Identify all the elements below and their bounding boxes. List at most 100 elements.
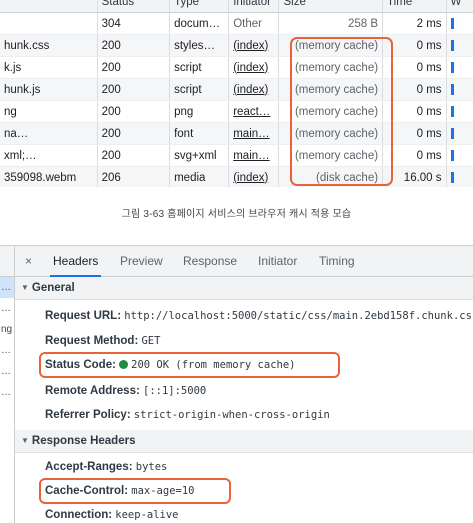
- tab-timing[interactable]: Timing: [319, 254, 355, 268]
- accept-ranges-value: bytes: [135, 461, 168, 473]
- cell-waterfall: [446, 12, 473, 35]
- initiator-link[interactable]: (index): [233, 40, 268, 52]
- table-row[interactable]: xml;… 200 svg+xml main… (memory cache) 0…: [0, 144, 473, 167]
- connection-value: keep-alive: [115, 509, 179, 521]
- list-item[interactable]: …: [0, 340, 14, 361]
- cell-initiator[interactable]: (index): [228, 166, 280, 187]
- cell-size: (memory cache): [278, 122, 384, 145]
- cell-type: script: [169, 56, 230, 79]
- table-row[interactable]: 304 docum… Other 258 B 2 ms: [0, 12, 473, 35]
- cell-type: media: [169, 166, 230, 187]
- accept-ranges-key: Accept-Ranges:: [45, 461, 133, 473]
- column-header-size[interactable]: Size: [278, 0, 384, 13]
- remote-address-value: [::1]:5000: [143, 385, 207, 397]
- cell-name: hunk.js: [0, 78, 98, 101]
- initiator-link[interactable]: react…: [233, 106, 270, 118]
- list-item[interactable]: …: [0, 298, 14, 319]
- devtools-detail-panel: … … ng … … … × Headers Preview Response …: [0, 245, 473, 523]
- waterfall-bar: [450, 61, 454, 73]
- cell-type: png: [169, 100, 230, 123]
- tab-headers[interactable]: Headers: [49, 254, 102, 277]
- cell-time: 0 ms: [382, 100, 447, 123]
- cell-initiator[interactable]: main…: [228, 144, 280, 167]
- cell-name: ng: [0, 100, 98, 123]
- remote-address-row: Remote Address: [::1]:5000: [45, 385, 206, 397]
- list-item[interactable]: …: [0, 361, 14, 382]
- list-item[interactable]: …: [0, 277, 14, 298]
- section-title: General: [31, 282, 75, 294]
- cell-initiator[interactable]: react…: [228, 100, 280, 123]
- remote-address-key: Remote Address:: [45, 385, 140, 397]
- cell-type: styles…: [169, 34, 230, 57]
- list-item[interactable]: [0, 403, 14, 424]
- general-section-header[interactable]: ▼ General: [15, 277, 473, 300]
- cell-status: 206: [97, 166, 171, 187]
- status-ok-icon: [119, 360, 129, 369]
- cell-time: 0 ms: [382, 78, 447, 101]
- expand-triangle-icon[interactable]: ▼: [21, 283, 29, 292]
- cell-size: 258 B: [278, 12, 384, 35]
- cell-time: 2 ms: [382, 12, 447, 35]
- request-list-header: [0, 246, 14, 277]
- cell-status: 200: [97, 122, 171, 145]
- tab-initiator[interactable]: Initiator: [258, 254, 297, 268]
- column-header-status[interactable]: Status: [97, 0, 171, 13]
- column-header-initiator[interactable]: Initiator: [228, 0, 280, 13]
- table-row[interactable]: hunk.js 200 script (index) (memory cache…: [0, 78, 473, 101]
- response-headers-section-header[interactable]: ▼ Response Headers: [15, 430, 473, 453]
- network-header-row: Status Type Initiator Size Time W: [0, 0, 473, 13]
- list-item[interactable]: [0, 424, 14, 445]
- table-row[interactable]: ng 200 png react… (memory cache) 0 ms: [0, 100, 473, 123]
- request-method-row: Request Method: GET: [45, 335, 160, 347]
- initiator-link[interactable]: (index): [233, 84, 268, 96]
- cache-control-key: Cache-Control:: [45, 485, 129, 497]
- cell-type: svg+xml: [169, 144, 230, 167]
- table-row[interactable]: na… 200 font main… (memory cache) 0 ms: [0, 122, 473, 145]
- initiator-link[interactable]: (index): [233, 172, 268, 184]
- status-code-key: Status Code:: [45, 359, 116, 371]
- initiator-link[interactable]: (index): [233, 62, 268, 74]
- initiator-link[interactable]: main…: [233, 128, 269, 140]
- cell-status: 200: [97, 78, 171, 101]
- tab-preview[interactable]: Preview: [120, 254, 163, 268]
- list-item[interactable]: ng: [0, 319, 14, 340]
- initiator-link[interactable]: main…: [233, 150, 269, 162]
- referrer-policy-row: Referrer Policy: strict-origin-when-cros…: [45, 409, 330, 421]
- cell-size: (memory cache): [278, 100, 384, 123]
- table-row[interactable]: hunk.css 200 styles… (index) (memory cac…: [0, 34, 473, 57]
- expand-triangle-icon[interactable]: ▼: [21, 436, 29, 445]
- cell-size: (disk cache): [278, 166, 384, 187]
- request-url-key: Request URL:: [45, 310, 122, 322]
- cell-waterfall: [446, 122, 473, 145]
- list-item[interactable]: …: [0, 382, 14, 403]
- column-header-type[interactable]: Type: [169, 0, 230, 13]
- column-header-waterfall[interactable]: W: [446, 0, 473, 13]
- column-header-time[interactable]: Time: [382, 0, 447, 13]
- cache-control-value: max-age=10: [131, 485, 195, 497]
- column-header-name[interactable]: [0, 0, 98, 13]
- request-list: … … ng … … …: [0, 246, 15, 523]
- cell-initiator[interactable]: main…: [228, 122, 280, 145]
- cell-initiator[interactable]: (index): [228, 78, 280, 101]
- cell-initiator[interactable]: (index): [228, 56, 280, 79]
- headers-content: ▼ General Request URL: http://localhost:5…: [15, 277, 473, 523]
- table-row[interactable]: 359098.webm 206 media (index) (disk cach…: [0, 166, 473, 187]
- close-icon[interactable]: ×: [25, 254, 32, 268]
- cell-waterfall: [446, 34, 473, 57]
- cell-name: xml;…: [0, 144, 98, 167]
- network-table: Status Type Initiator Size Time W 304 do…: [0, 0, 473, 187]
- waterfall-bar: [450, 17, 454, 29]
- cell-initiator[interactable]: (index): [228, 34, 280, 57]
- request-method-value: GET: [141, 335, 161, 347]
- cell-time: 0 ms: [382, 122, 447, 145]
- cell-time: 0 ms: [382, 34, 447, 57]
- status-code-value: 200 OK (from memory cache): [131, 359, 296, 371]
- waterfall-bar: [450, 83, 454, 95]
- cell-size: (memory cache): [278, 78, 384, 101]
- table-row[interactable]: k.js 200 script (index) (memory cache) 0…: [0, 56, 473, 79]
- cell-name: 359098.webm: [0, 166, 98, 187]
- request-method-key: Request Method:: [45, 335, 139, 347]
- cell-waterfall: [446, 78, 473, 101]
- request-url-row: Request URL: http://localhost:5000/stati…: [45, 310, 473, 322]
- tab-response[interactable]: Response: [183, 254, 237, 268]
